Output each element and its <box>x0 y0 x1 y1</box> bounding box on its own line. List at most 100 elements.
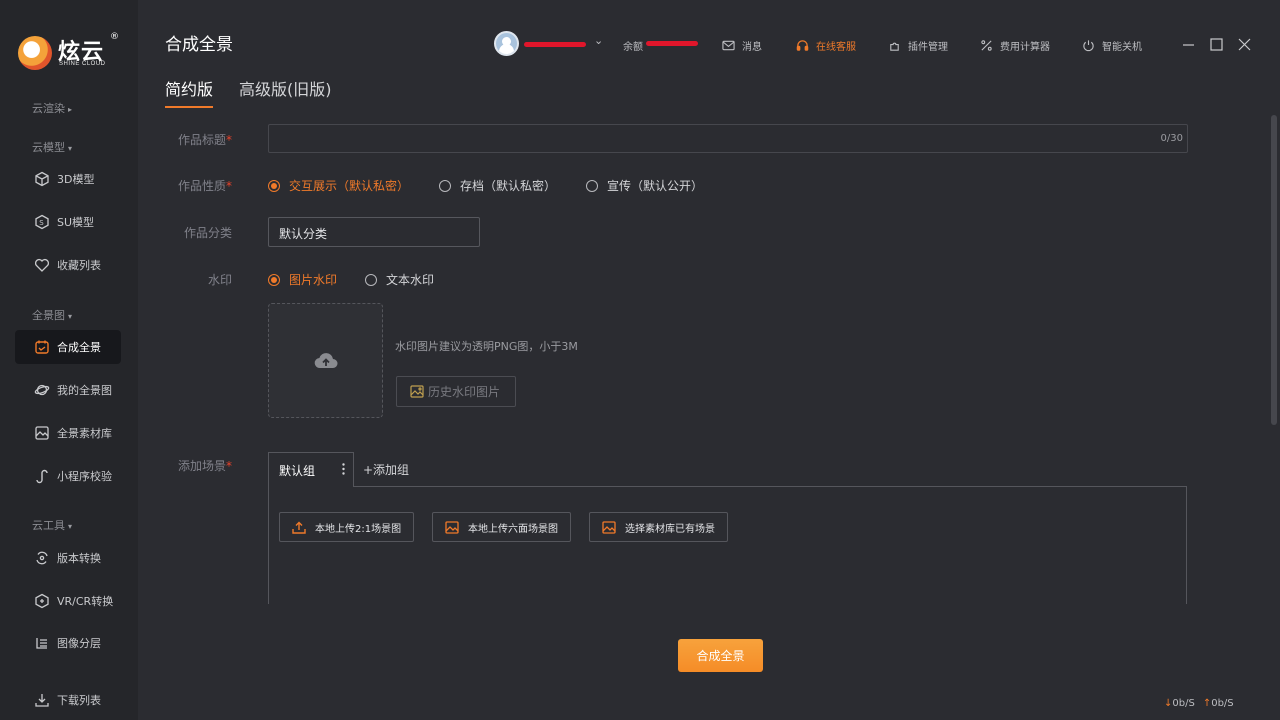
scrollbar[interactable] <box>1271 115 1277 425</box>
sidebar-group-cloud-model[interactable]: 云模型 ▾ <box>32 139 72 155</box>
watermark-hint: 水印图片建议为透明PNG图，小于3M <box>395 340 578 353</box>
sidebar-item-label: 合成全景 <box>57 341 101 354</box>
auto-shutdown-button[interactable]: 智能关机 <box>1082 38 1142 53</box>
plugin-icon <box>890 42 899 51</box>
caret-down-icon: ▾ <box>68 312 73 321</box>
percent-icon <box>981 40 992 51</box>
group-tab-label: 默认组 <box>279 464 316 478</box>
nature-label: 作品性质* <box>162 177 232 194</box>
image-icon <box>602 520 616 534</box>
power-icon <box>1083 40 1094 52</box>
watermark-text-radio[interactable]: 文本水印 <box>365 271 434 288</box>
cube-icon <box>34 171 50 187</box>
avatar[interactable] <box>494 31 519 56</box>
radio-dot <box>268 273 280 286</box>
chevron-down-icon[interactable]: ⌄ <box>594 34 603 47</box>
scene-button-label: 本地上传六面场景图 <box>468 523 558 535</box>
registered-mark: ® <box>110 32 119 42</box>
sidebar-group-cloud-tools[interactable]: 云工具 ▾ <box>32 517 72 533</box>
watermark-image-radio[interactable]: 图片水印 <box>268 271 337 288</box>
su-icon: S <box>34 214 50 230</box>
messages-label: 消息 <box>742 42 762 53</box>
upload-speed: ↑0b/S <box>1203 698 1234 709</box>
nature-promo-radio[interactable]: 宣传（默认公开） <box>586 177 703 194</box>
download-icon <box>34 692 50 708</box>
layers-icon <box>34 635 50 651</box>
cost-calculator-label: 费用计算器 <box>1000 42 1050 53</box>
mini-program-icon <box>34 468 50 484</box>
more-vertical-icon[interactable] <box>342 463 345 475</box>
group-label: 全景图 <box>32 309 65 322</box>
sidebar-group-cloud-render[interactable]: 云渲染 ▸ <box>32 100 72 116</box>
label-text: 添加场景 <box>177 459 226 473</box>
title-label: 作品标题* <box>162 131 232 148</box>
compose-panorama-button[interactable]: 合成全景 <box>678 639 763 672</box>
sidebar-item-su-model[interactable]: S SU模型 <box>15 205 121 239</box>
messages-button[interactable]: 消息 <box>722 38 762 53</box>
plugin-manager-button[interactable]: 插件管理 <box>888 38 948 53</box>
upload-six-face-button[interactable]: 本地上传六面场景图 <box>432 512 571 542</box>
scene-label: 添加场景* <box>162 457 232 474</box>
svg-text:S: S <box>39 219 44 227</box>
online-support-button[interactable]: 在线客服 <box>796 38 856 53</box>
category-label: 作品分类 <box>183 226 232 240</box>
sidebar-item-miniprogram-check[interactable]: 小程序校验 <box>15 459 121 493</box>
nature-interactive-radio[interactable]: 交互展示（默认私密） <box>268 177 409 194</box>
select-library-scene-button[interactable]: 选择素材库已有场景 <box>589 512 728 542</box>
brand-logo[interactable]: 炫云 ® SHINE CLOUD <box>18 32 128 74</box>
calendar-icon <box>34 339 50 355</box>
scene-button-label: 选择素材库已有场景 <box>625 523 715 535</box>
label-text: 作品标题 <box>177 133 226 147</box>
sidebar-item-version-convert[interactable]: 版本转换 <box>15 541 121 575</box>
cost-calculator-button[interactable]: 费用计算器 <box>980 38 1050 53</box>
required-mark: * <box>226 459 232 473</box>
close-icon[interactable] <box>1238 38 1251 51</box>
caret-right-icon: ▸ <box>68 105 73 114</box>
image-icon <box>410 385 424 398</box>
group-tab-default[interactable]: 默认组 <box>268 452 354 487</box>
sidebar-item-label: 全景素材库 <box>57 427 112 440</box>
sidebar-item-vr-cr-convert[interactable]: VR/CR转换 <box>15 584 121 618</box>
sidebar-item-my-panoramas[interactable]: 我的全景图 <box>15 373 121 407</box>
mode-tabs: 简约版 高级版(旧版) <box>165 76 332 108</box>
nature-archive-radio[interactable]: 存档（默认私密） <box>439 177 556 194</box>
history-watermark-button[interactable]: 历史水印图片 <box>396 376 516 407</box>
tab-advanced[interactable]: 高级版(旧版) <box>239 76 332 105</box>
sidebar-item-download-list[interactable]: 下载列表 <box>15 683 121 717</box>
brand-subtitle: SHINE CLOUD <box>59 61 106 67</box>
add-group-button[interactable]: +添加组 <box>363 461 409 478</box>
transfer-speed: ↓0b/S ↑0b/S <box>1164 698 1234 709</box>
redacted-balance <box>646 41 698 46</box>
group-label: 云工具 <box>32 519 65 532</box>
mail-icon <box>722 40 735 51</box>
sidebar-item-3d-model[interactable]: 3D模型 <box>15 162 121 196</box>
sidebar-item-compose-panorama[interactable]: 合成全景 <box>15 330 121 364</box>
upload-icon <box>292 521 306 534</box>
sidebar-item-favorites[interactable]: 收藏列表 <box>15 248 121 282</box>
title-field: 0/30 <box>268 124 1188 153</box>
watermark-upload-area[interactable] <box>268 303 383 418</box>
minimize-icon[interactable] <box>1182 38 1195 51</box>
headset-icon <box>796 40 809 51</box>
upload-2to1-button[interactable]: 本地上传2:1场景图 <box>279 512 415 542</box>
tab-simple[interactable]: 简约版 <box>165 76 214 108</box>
category-select[interactable]: 默认分类 <box>268 217 480 247</box>
title-input[interactable] <box>269 125 1187 152</box>
sidebar-item-label: 3D模型 <box>57 173 95 186</box>
radio-label: 文本水印 <box>386 273 435 287</box>
watermark-label: 水印 <box>207 273 232 287</box>
auto-shutdown-label: 智能关机 <box>1102 42 1142 53</box>
label-text: 作品性质 <box>177 179 226 193</box>
upload-speed-value: 0b/S <box>1211 698 1234 709</box>
sidebar-group-panorama[interactable]: 全景图 ▾ <box>32 307 72 323</box>
redacted-username <box>524 42 586 47</box>
balance-label: 余额 <box>623 42 643 53</box>
sidebar-item-image-layering[interactable]: 图像分层 <box>15 626 121 660</box>
sidebar-item-label: 我的全景图 <box>57 384 112 397</box>
heart-icon <box>34 257 50 273</box>
sidebar: 炫云 ® SHINE CLOUD 云渲染 ▸ 云模型 ▾ 3D模型 S SU模型 收… <box>0 0 138 720</box>
sidebar-item-material-library[interactable]: 全景素材库 <box>15 416 121 450</box>
required-mark: * <box>226 133 232 147</box>
maximize-icon[interactable] <box>1210 38 1223 51</box>
online-support-label: 在线客服 <box>816 42 856 53</box>
